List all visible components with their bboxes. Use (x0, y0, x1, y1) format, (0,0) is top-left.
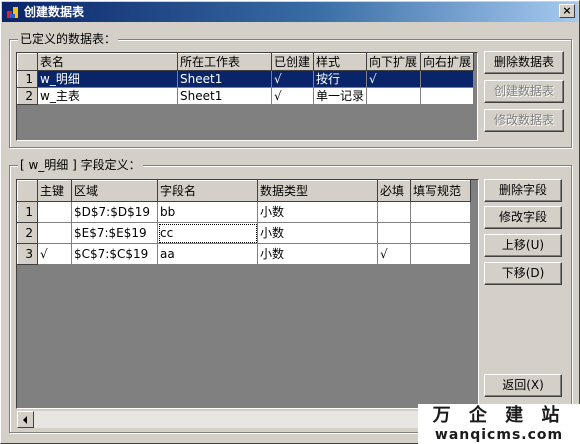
close-button[interactable]: × (559, 4, 575, 18)
delete-field-button[interactable]: 删除字段 (484, 179, 562, 202)
table-row[interactable]: 2 w_主表 Sheet1 √ 单一记录 (17, 87, 475, 105)
cell-sheet[interactable]: Sheet1 (177, 70, 272, 88)
row-header[interactable]: 3 (17, 243, 38, 265)
col-header-expand-right[interactable]: 向右扩展 (420, 53, 475, 71)
cell-range[interactable]: $C$7:$C$19 (71, 243, 158, 265)
field-definition-group: [ w_明细 ] 字段定义： 主键 区域 字段名 数据类型 必填 填写规范 1 (9, 158, 572, 433)
corner-header (17, 53, 38, 71)
cell-expand-down[interactable] (366, 87, 422, 105)
cell-expand-right[interactable] (420, 70, 475, 88)
cell-sheet[interactable]: Sheet1 (177, 87, 272, 105)
cell-expand-down[interactable]: √ (366, 70, 422, 88)
col-header-created[interactable]: 已创建 (271, 53, 314, 71)
move-down-button[interactable]: 下移(D) (484, 262, 562, 285)
cell-style[interactable]: 按行 (313, 70, 368, 88)
row-header[interactable]: 2 (17, 87, 38, 105)
defined-tables-group: 已定义的数据表： 表名 所在工作表 已创建 样式 向下扩展 向右扩展 1 w_明… (9, 32, 572, 148)
col-header-name[interactable]: 表名 (37, 53, 178, 71)
cell-name[interactable]: w_主表 (37, 87, 178, 105)
cell-name[interactable]: w_明细 (37, 70, 178, 88)
cell-data-type[interactable]: 小数 (257, 201, 378, 223)
corner-header (17, 180, 38, 202)
table-row[interactable]: 1 w_明细 Sheet1 √ 按行 √ (17, 70, 475, 88)
title-bar[interactable]: 创建数据表 × (2, 2, 578, 22)
cell-primary-key[interactable] (37, 201, 72, 223)
cell-primary-key[interactable]: √ (37, 243, 72, 265)
cell-required[interactable] (377, 201, 411, 223)
col-header-required[interactable]: 必填 (377, 180, 411, 202)
back-button[interactable]: 返回(X) (484, 374, 562, 397)
col-header-style[interactable]: 样式 (312, 53, 368, 71)
col-header-primary-key[interactable]: 主键 (37, 180, 72, 202)
modify-table-button[interactable]: 修改数据表 (484, 109, 564, 132)
tables-table: 表名 所在工作表 已创建 样式 向下扩展 向右扩展 1 w_明细 Sheet1 … (17, 53, 475, 105)
cell-input-rule[interactable] (410, 243, 471, 265)
horizontal-scrollbar[interactable] (17, 411, 472, 428)
cell-style[interactable]: 单一记录 (313, 87, 368, 105)
cell-field-name[interactable]: cc (157, 222, 258, 244)
cell-required[interactable]: √ (377, 243, 411, 265)
cell-field-name[interactable]: bb (157, 201, 258, 223)
watermark-domain: wanqicms.com (434, 427, 564, 443)
create-table-button[interactable]: 创建数据表 (484, 80, 564, 103)
field-row[interactable]: 1 $D$7:$D$19 bb 小数 (17, 201, 471, 223)
row-header[interactable]: 1 (17, 201, 38, 223)
row-header[interactable]: 2 (17, 222, 38, 244)
scroll-left-button[interactable] (17, 411, 34, 428)
col-header-input-rule[interactable]: 填写规范 (410, 180, 471, 202)
create-table-dialog: 创建数据表 × 已定义的数据表： 表名 所在工作表 已创建 样式 向下扩展 向右… (0, 0, 580, 444)
tables-header-row: 表名 所在工作表 已创建 样式 向下扩展 向右扩展 (17, 53, 475, 71)
cell-created[interactable]: √ (271, 70, 314, 88)
cell-input-rule[interactable] (410, 201, 471, 223)
cell-created[interactable]: √ (271, 87, 314, 105)
cell-field-name[interactable]: aa (157, 243, 258, 265)
cell-range[interactable]: $D$7:$D$19 (71, 201, 158, 223)
fields-grid[interactable]: 主键 区域 字段名 数据类型 必填 填写规范 1 $D$7:$D$19 bb 小… (16, 179, 479, 409)
site-watermark: 万 企 建 站 wanqicms.com (418, 404, 580, 444)
cell-range[interactable]: $E$7:$E$19 (71, 222, 158, 244)
col-header-sheet[interactable]: 所在工作表 (177, 53, 272, 71)
defined-tables-label: 已定义的数据表： (18, 32, 119, 46)
cell-expand-right[interactable] (420, 87, 475, 105)
col-header-range[interactable]: 区域 (71, 180, 158, 202)
arrow-left-icon (23, 416, 27, 424)
delete-table-button[interactable]: 删除数据表 (484, 51, 564, 74)
field-row[interactable]: 2 $E$7:$E$19 cc 小数 (17, 222, 471, 244)
fields-header-row: 主键 区域 字段名 数据类型 必填 填写规范 (17, 180, 471, 202)
tables-grid[interactable]: 表名 所在工作表 已创建 样式 向下扩展 向右扩展 1 w_明细 Sheet1 … (16, 52, 478, 141)
cell-data-type[interactable]: 小数 (257, 243, 378, 265)
cell-input-rule[interactable] (410, 222, 471, 244)
col-header-data-type[interactable]: 数据类型 (257, 180, 378, 202)
row-header[interactable]: 1 (17, 70, 38, 88)
app-icon (7, 7, 18, 18)
watermark-chinese: 万 企 建 站 (432, 405, 566, 426)
window-title: 创建数据表 (24, 5, 85, 19)
col-header-expand-down[interactable]: 向下扩展 (366, 53, 422, 71)
move-up-button[interactable]: 上移(U) (484, 234, 562, 257)
fields-table: 主键 区域 字段名 数据类型 必填 填写规范 1 $D$7:$D$19 bb 小… (17, 180, 471, 265)
field-row[interactable]: 3 √ $C$7:$C$19 aa 小数 √ (17, 243, 471, 265)
cell-data-type[interactable]: 小数 (257, 222, 378, 244)
field-definition-label: [ w_明细 ] 字段定义： (18, 158, 143, 172)
cell-required[interactable] (377, 222, 411, 244)
modify-field-button[interactable]: 修改字段 (484, 206, 562, 229)
col-header-field-name[interactable]: 字段名 (157, 180, 258, 202)
cell-primary-key[interactable] (37, 222, 72, 244)
